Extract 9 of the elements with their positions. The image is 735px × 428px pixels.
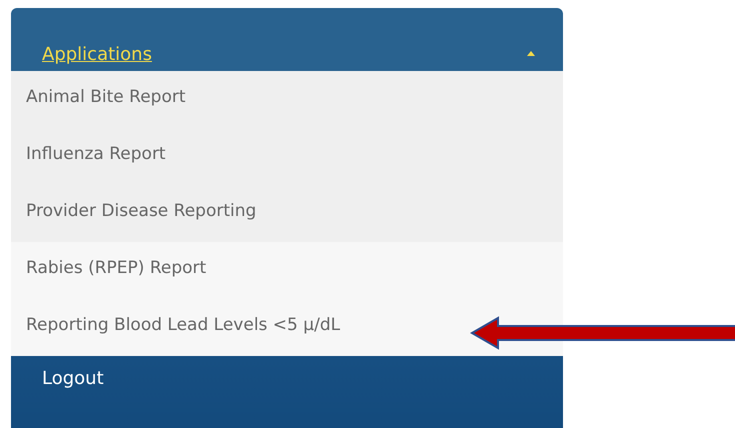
logout-link[interactable]: Logout [42, 368, 104, 389]
menu-item[interactable]: Influenza Report [26, 144, 166, 164]
menu-item[interactable]: Reporting Blood Lead Levels <5 μ/dL [26, 315, 340, 335]
caret-icon[interactable] [527, 51, 535, 56]
menu-item[interactable]: Provider Disease Reporting [26, 201, 256, 221]
applications-link[interactable]: Applications [42, 44, 152, 65]
menu-item[interactable]: Rabies (RPEP) Report [26, 258, 206, 278]
menu-item[interactable]: Animal Bite Report [26, 87, 186, 107]
arrow-icon [470, 316, 735, 350]
